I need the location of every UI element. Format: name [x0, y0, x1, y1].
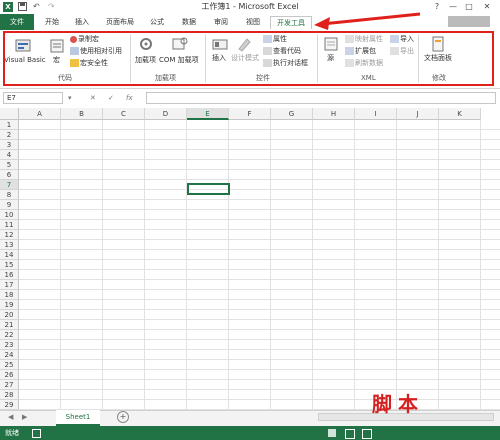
- row-header-26[interactable]: 26: [0, 370, 19, 380]
- row-header-4[interactable]: 4: [0, 150, 19, 160]
- status-bar: 就绪: [0, 426, 500, 440]
- column-header-j[interactable]: J: [397, 108, 439, 120]
- row-header-5[interactable]: 5: [0, 160, 19, 170]
- row-header-13[interactable]: 13: [0, 240, 19, 250]
- select-all-corner[interactable]: [0, 108, 19, 120]
- row-header-11[interactable]: 11: [0, 220, 19, 230]
- column-header-b[interactable]: B: [61, 108, 103, 120]
- active-cell[interactable]: [187, 183, 230, 195]
- cell-area[interactable]: [19, 120, 500, 410]
- row-header-19[interactable]: 19: [0, 300, 19, 310]
- row-header-14[interactable]: 14: [0, 250, 19, 260]
- row-header-25[interactable]: 25: [0, 360, 19, 370]
- row-header-3[interactable]: 3: [0, 140, 19, 150]
- add-sheet-button[interactable]: +: [117, 411, 129, 423]
- column-header-g[interactable]: G: [271, 108, 313, 120]
- name-box[interactable]: E7: [3, 92, 63, 104]
- column-header-a[interactable]: A: [19, 108, 61, 120]
- normal-view-icon[interactable]: [328, 429, 336, 437]
- row-header-24[interactable]: 24: [0, 350, 19, 360]
- worksheet-grid[interactable]: ABCDEFGHIJK 1 2 3 4 5 6 7 8 9 10 11 12 13 14 15 16 17 18 1…: [0, 108, 500, 410]
- row-header-16[interactable]: 16: [0, 270, 19, 280]
- column-header-d[interactable]: D: [145, 108, 187, 120]
- row-header-15[interactable]: 15: [0, 260, 19, 270]
- row-header-10[interactable]: 10: [0, 210, 19, 220]
- row-header-9[interactable]: 9: [0, 200, 19, 210]
- column-header-e[interactable]: E: [187, 108, 229, 120]
- row-header-18[interactable]: 18: [0, 290, 19, 300]
- row-header-17[interactable]: 17: [0, 280, 19, 290]
- row-header-20[interactable]: 20: [0, 310, 19, 320]
- macro-record-status-icon[interactable]: [32, 429, 41, 438]
- column-header-k[interactable]: K: [439, 108, 481, 120]
- sheet-next-icon[interactable]: ▶: [22, 413, 27, 421]
- page-layout-view-icon[interactable]: [345, 429, 355, 439]
- column-header-f[interactable]: F: [229, 108, 271, 120]
- row-header-8[interactable]: 8: [0, 190, 19, 200]
- watermark-logo: 脚本: [372, 392, 424, 416]
- row-header-21[interactable]: 21: [0, 320, 19, 330]
- row-header-22[interactable]: 22: [0, 330, 19, 340]
- row-header-12[interactable]: 12: [0, 230, 19, 240]
- row-header-27[interactable]: 27: [0, 380, 19, 390]
- column-header-h[interactable]: H: [313, 108, 355, 120]
- sheet-prev-icon[interactable]: ◀: [8, 413, 13, 421]
- row-header-28[interactable]: 28: [0, 390, 19, 400]
- row-header-1[interactable]: 1: [0, 120, 19, 130]
- row-header-6[interactable]: 6: [0, 170, 19, 180]
- row-header-7[interactable]: 7: [0, 180, 19, 190]
- cancel-icon[interactable]: ✕: [90, 92, 96, 104]
- formula-input[interactable]: [146, 92, 496, 104]
- row-header-29[interactable]: 29: [0, 400, 19, 410]
- status-text: 就绪: [5, 429, 19, 437]
- column-header-c[interactable]: C: [103, 108, 145, 120]
- row-header-2[interactable]: 2: [0, 130, 19, 140]
- sheet-tab-sheet1[interactable]: Sheet1: [56, 410, 100, 426]
- page-break-view-icon[interactable]: [362, 429, 372, 439]
- enter-icon[interactable]: ✓: [108, 92, 114, 104]
- column-header-i[interactable]: I: [355, 108, 397, 120]
- insert-function-icon[interactable]: fx: [126, 92, 133, 104]
- highlight-frame: [3, 31, 494, 86]
- name-box-dropdown-icon[interactable]: ▾: [68, 92, 72, 104]
- row-header-23[interactable]: 23: [0, 340, 19, 350]
